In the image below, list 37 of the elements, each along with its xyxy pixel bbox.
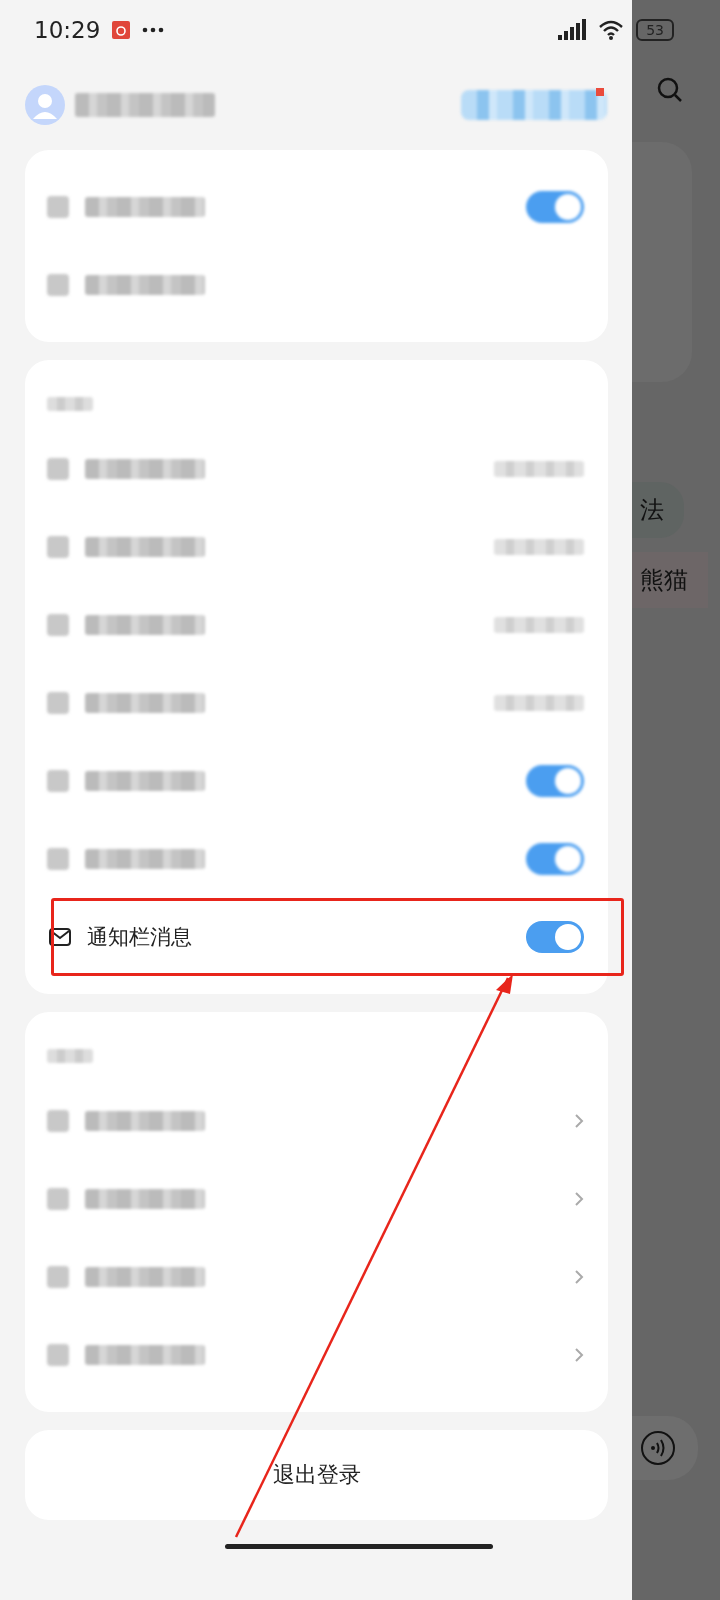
blurred-icon xyxy=(47,770,69,792)
status-time: 10:29 xyxy=(34,17,101,43)
battery-indicator: 53 xyxy=(636,19,674,41)
blurred-section-title xyxy=(47,397,93,411)
app-notification-icon xyxy=(112,21,131,39)
chevron-icon xyxy=(574,1191,584,1207)
signal-icon xyxy=(556,19,587,41)
wifi-icon xyxy=(598,20,625,40)
sound-icon xyxy=(640,1430,676,1466)
blurred-icon xyxy=(47,1188,69,1210)
logout-button[interactable]: 退出登录 xyxy=(25,1430,608,1520)
tag-pill: 法 xyxy=(632,482,684,538)
toggle-switch[interactable] xyxy=(526,921,584,953)
blurred-icon xyxy=(47,1344,69,1366)
blurred-icon xyxy=(47,848,69,870)
blurred-icon xyxy=(47,274,69,296)
blurred-icon xyxy=(47,614,69,636)
blurred-icon xyxy=(47,458,69,480)
envelope-icon xyxy=(49,928,71,946)
toggle-switch[interactable] xyxy=(526,765,584,797)
chevron-icon xyxy=(574,1113,584,1129)
chevron-icon xyxy=(574,1269,584,1285)
toggle-switch[interactable] xyxy=(526,191,584,223)
more-icon xyxy=(142,27,165,33)
avatar-icon[interactable] xyxy=(25,85,65,125)
search-icon xyxy=(656,76,684,104)
blurred-icon xyxy=(47,536,69,558)
blurred-badge[interactable] xyxy=(461,90,607,120)
blurred-icon xyxy=(47,196,69,218)
toggle-switch[interactable] xyxy=(526,843,584,875)
row-label: 通知栏消息 xyxy=(87,924,192,951)
blurred-icon xyxy=(47,1110,69,1132)
blurred-icon xyxy=(47,1266,69,1288)
blurred-section-title xyxy=(47,1049,93,1063)
tag-pill: 熊猫 xyxy=(632,552,708,608)
chevron-icon xyxy=(574,1347,584,1363)
blurred-icon xyxy=(47,692,69,714)
